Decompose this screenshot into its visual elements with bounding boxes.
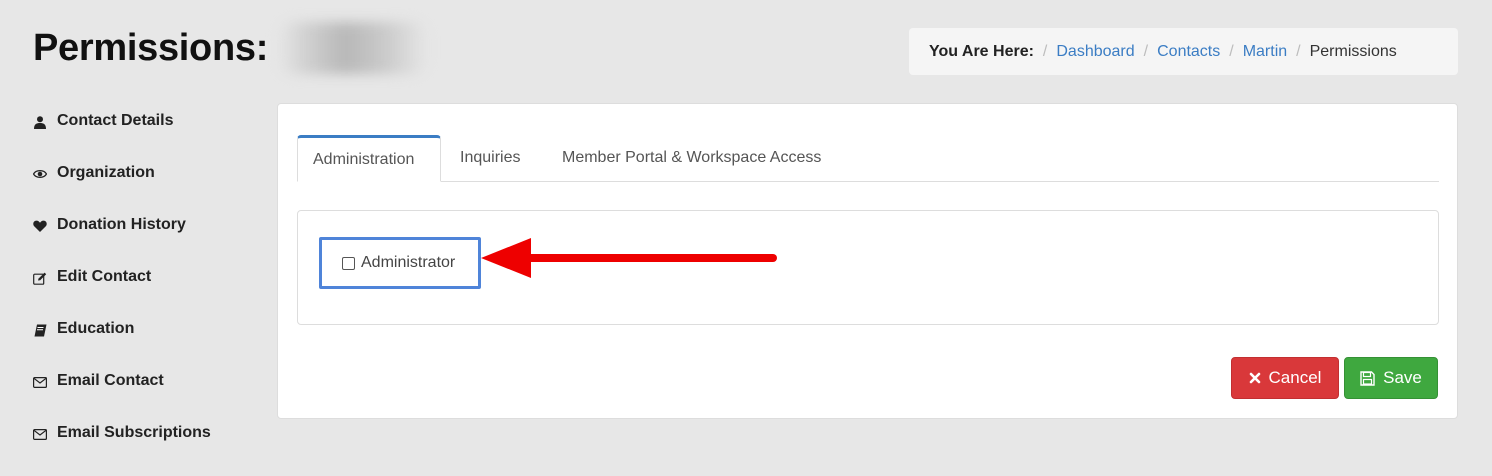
tab-content: Administrator xyxy=(297,210,1439,325)
red-arrow-annotation xyxy=(481,238,777,278)
eye-icon xyxy=(33,164,47,184)
administrator-checkbox[interactable] xyxy=(342,256,355,270)
breadcrumb-dashboard-link[interactable]: Dashboard xyxy=(1056,43,1134,61)
sidebar-item-contact-details[interactable]: Contact Details xyxy=(33,112,263,164)
administrator-checkbox-label[interactable]: Administrator xyxy=(361,254,455,272)
breadcrumb-separator: / xyxy=(1042,42,1048,60)
heart-icon xyxy=(33,216,47,236)
page-title-text: Permissions: xyxy=(33,26,269,69)
breadcrumb-contacts-link[interactable]: Contacts xyxy=(1157,43,1220,61)
save-button[interactable]: Save xyxy=(1344,357,1438,399)
sidebar-item-email-contact[interactable]: Email Contact xyxy=(33,372,263,424)
sidebar-item-label: Edit Contact xyxy=(57,268,152,285)
breadcrumb: You Are Here: / Dashboard / Contacts / M… xyxy=(909,28,1458,75)
user-icon xyxy=(33,112,47,132)
save-button-label: Save xyxy=(1383,368,1422,387)
breadcrumb-separator: / xyxy=(1143,42,1149,60)
save-icon xyxy=(1360,370,1375,386)
sidebar-item-label: Email Subscriptions xyxy=(57,424,211,441)
breadcrumb-current: Permissions xyxy=(1309,42,1397,60)
edit-icon xyxy=(33,268,47,288)
sidebar-item-label: Education xyxy=(57,320,135,337)
sidebar-item-label: Organization xyxy=(57,164,155,181)
sidebar-item-donation-history[interactable]: Donation History xyxy=(33,216,263,268)
sidebar-item-education[interactable]: Education xyxy=(33,320,263,372)
envelope-icon xyxy=(33,424,47,444)
tab-bar: Administration Inquiries Member Portal &… xyxy=(297,135,1439,182)
breadcrumb-separator: / xyxy=(1229,42,1234,60)
tab-inquiries[interactable]: Inquiries xyxy=(460,135,520,181)
tab-member-portal-workspace-access[interactable]: Member Portal & Workspace Access xyxy=(562,135,821,181)
blurred-contact-name xyxy=(278,22,429,74)
sidebar-item-edit-contact[interactable]: Edit Contact xyxy=(33,268,263,320)
permissions-panel: Administration Inquiries Member Portal &… xyxy=(277,103,1458,419)
sidebar-item-email-subscriptions[interactable]: Email Subscriptions xyxy=(33,424,263,476)
cancel-button-label: Cancel xyxy=(1268,368,1322,387)
tab-administration[interactable]: Administration xyxy=(297,135,441,182)
sidebar-item-label: Donation History xyxy=(57,216,186,233)
breadcrumb-separator: / xyxy=(1296,42,1301,60)
sidebar-item-label: Email Contact xyxy=(57,372,164,389)
breadcrumb-label: You Are Here: xyxy=(929,42,1034,60)
envelope-icon xyxy=(33,372,47,392)
sidebar-item-label: Contact Details xyxy=(57,112,174,129)
sidebar: Contact Details Organization Donation Hi… xyxy=(33,112,263,476)
sidebar-item-organization[interactable]: Organization xyxy=(33,164,263,216)
breadcrumb-contact-link[interactable]: Martin xyxy=(1243,43,1287,61)
close-icon xyxy=(1249,372,1261,384)
cancel-button[interactable]: Cancel xyxy=(1231,357,1339,399)
page-title: Permissions: xyxy=(33,22,429,74)
book-icon xyxy=(33,320,47,340)
administrator-highlight-box: Administrator xyxy=(319,237,481,289)
